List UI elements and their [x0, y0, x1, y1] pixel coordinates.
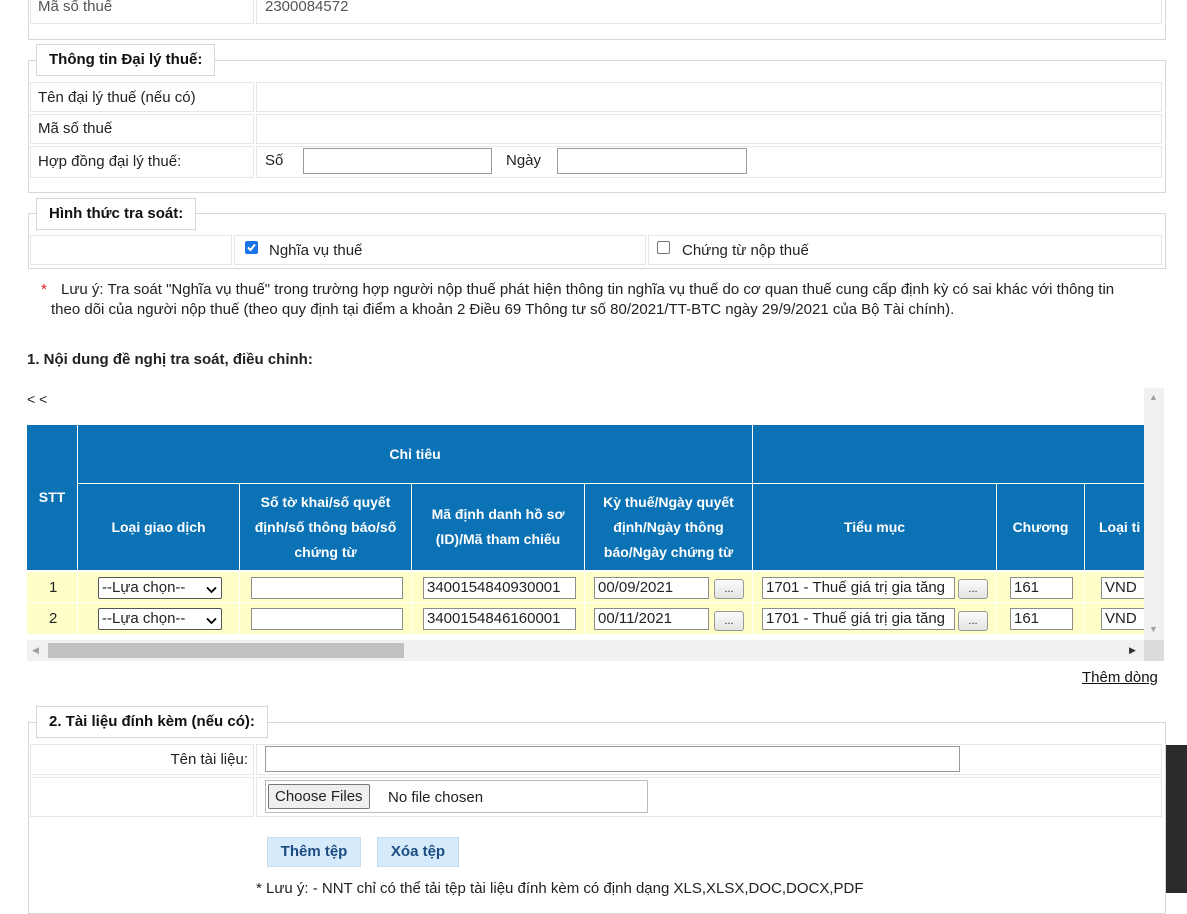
- header-group-chi-tieu: Chỉ tiêu: [78, 425, 753, 484]
- review-note: * Lưu ý: Tra soát "Nghĩa vụ thuế" trong …: [41, 280, 1146, 320]
- tax-code-label: Mã số thuế: [38, 0, 113, 15]
- row1-doc-number-input[interactable]: [251, 577, 403, 599]
- agent-contract-label: Hợp đồng đại lý thuế:: [38, 153, 182, 170]
- contract-date-input[interactable]: [557, 148, 747, 174]
- add-file-button[interactable]: Thêm tệp: [267, 837, 361, 867]
- file-label-cell: [30, 777, 254, 817]
- row2-item-picker-button[interactable]: ...: [958, 611, 988, 631]
- row1-period-picker-button[interactable]: ...: [714, 579, 744, 599]
- row2-id-input[interactable]: 3400154846160001: [423, 608, 576, 630]
- row1-transaction-type-select[interactable]: --Lựa chọn--: [98, 577, 222, 599]
- header-tieu-muc: Tiểu mục: [753, 484, 997, 571]
- agent-tax-code-label-cell: Mã số thuế: [30, 114, 254, 144]
- note-star: *: [41, 281, 47, 298]
- section1-title: 1. Nội dung đề nghị tra soát, điều chỉnh…: [27, 351, 313, 368]
- row1-stt: 1: [49, 579, 58, 596]
- agent-name-label-cell: Tên đại lý thuế (nếu có): [30, 82, 254, 112]
- table-header: STT Chỉ tiêu Loại giao dịch Số tờ khai/s…: [27, 425, 1144, 571]
- no-file-text: No file chosen: [388, 789, 484, 806]
- agent-tax-code-value-cell: [256, 114, 1162, 144]
- tax-code-label-cell: Mã số thuế: [30, 0, 254, 24]
- doc-name-label: Tên tài liệu:: [170, 751, 248, 768]
- row2-period-picker-button[interactable]: ...: [714, 611, 744, 631]
- row1-item-picker-button[interactable]: ...: [958, 579, 988, 599]
- contract-date-label: Ngày: [506, 152, 542, 169]
- attachments-legend: 2. Tài liệu đính kèm (nếu có):: [36, 706, 268, 738]
- doc-name-input[interactable]: [265, 746, 960, 772]
- review-type-legend: Hình thức tra soát:: [36, 198, 197, 230]
- payment-voucher-checkbox[interactable]: [657, 241, 670, 254]
- tax-obligation-label: Nghĩa vụ thuế: [269, 242, 363, 259]
- agent-name-value-cell: [256, 82, 1162, 112]
- header-group-right: [753, 425, 1144, 484]
- agent-tax-code-label: Mã số thuế: [38, 120, 113, 137]
- agent-name-label: Tên đại lý thuế (nếu có): [38, 89, 196, 106]
- payment-voucher-label: Chứng từ nộp thuế: [682, 242, 809, 259]
- attachment-note: * Lưu ý: - NNT chỉ có thể tải tệp tài li…: [256, 880, 864, 897]
- scroll-up-arrow[interactable]: ▲: [1149, 392, 1158, 402]
- row2-chapter-input[interactable]: 161: [1010, 608, 1073, 630]
- note-text: Lưu ý: Tra soát "Nghĩa vụ thuế" trong tr…: [51, 281, 1115, 318]
- header-ma-dinh-danh: Mã định danh hồ sơ (ID)/Mã tham chiếu: [412, 484, 585, 571]
- review-type-empty-cell: [30, 235, 232, 265]
- chevron-down-icon: [206, 611, 217, 631]
- file-chooser: Choose Files No file chosen: [265, 780, 648, 813]
- header-loai-tien: Loại ti: [1085, 484, 1144, 571]
- table-nav-back[interactable]: < <: [27, 391, 47, 407]
- tax-obligation-checkbox[interactable]: [245, 241, 258, 254]
- agent-legend: Thông tin Đại lý thuế:: [36, 44, 216, 76]
- header-so-to-khai: Số tờ khai/số quyết định/số thông báo/số…: [240, 484, 412, 571]
- row2-period-input[interactable]: 00/11/2021: [594, 608, 709, 630]
- scroll-corner: [1144, 640, 1164, 661]
- scroll-down-arrow[interactable]: ▼: [1149, 624, 1158, 634]
- scroll-right-arrow[interactable]: ▶: [1129, 645, 1136, 656]
- row1-transaction-type-value: --Lựa chọn--: [102, 579, 186, 596]
- delete-file-button[interactable]: Xóa tệp: [377, 837, 459, 867]
- tax-code-value-cell: 2300084572: [256, 0, 1162, 24]
- contract-number-label: Số: [265, 152, 284, 169]
- check-icon: [247, 243, 256, 252]
- row1-currency-input[interactable]: VND: [1101, 577, 1144, 599]
- row2-currency-input[interactable]: VND: [1101, 608, 1144, 630]
- row2-stt: 2: [49, 610, 58, 627]
- choose-files-button[interactable]: Choose Files: [268, 784, 370, 809]
- horizontal-scroll-thumb[interactable]: [48, 643, 404, 658]
- row1-period-input[interactable]: 00/09/2021: [594, 577, 709, 599]
- row1-item-input[interactable]: 1701 - Thuế giá trị gia tăng: [762, 577, 955, 599]
- table-vertical-scrollbar[interactable]: [1144, 388, 1164, 640]
- tax-code-value: 2300084572: [265, 0, 349, 15]
- row1-chapter-input[interactable]: 161: [1010, 577, 1073, 599]
- scroll-left-arrow[interactable]: ◀: [32, 645, 39, 656]
- header-ky-thue: Kỳ thuế/Ngày quyết định/Ngày thông báo/N…: [585, 484, 753, 571]
- header-chuong: Chương: [997, 484, 1085, 571]
- row2-transaction-type-value: --Lựa chọn--: [102, 610, 186, 627]
- doc-name-label-cell: Tên tài liệu:: [30, 744, 254, 775]
- contract-number-input[interactable]: [303, 148, 492, 174]
- row1-id-input[interactable]: 3400154840930001: [423, 577, 576, 599]
- header-stt: STT: [27, 425, 78, 571]
- agent-contract-label-cell: Hợp đồng đại lý thuế:: [30, 146, 254, 178]
- side-panel-fragment: [1166, 745, 1187, 893]
- row2-doc-number-input[interactable]: [251, 608, 403, 630]
- add-row-link[interactable]: Thêm dòng: [1082, 669, 1158, 686]
- header-loai-giao-dich: Loại giao dịch: [78, 484, 240, 571]
- chevron-down-icon: [206, 580, 217, 600]
- row2-item-input[interactable]: 1701 - Thuế giá trị gia tăng: [762, 608, 955, 630]
- row2-transaction-type-select[interactable]: --Lựa chọn--: [98, 608, 222, 630]
